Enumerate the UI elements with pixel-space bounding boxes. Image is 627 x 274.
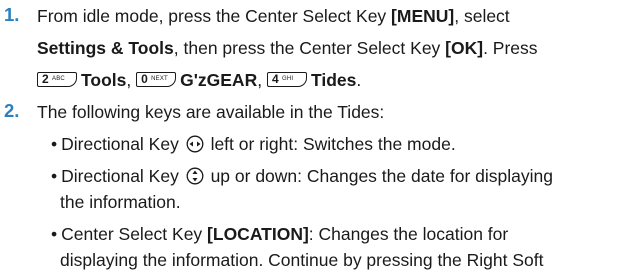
bullet-marker: • [51, 224, 58, 244]
step-1-text-end: , select [454, 6, 510, 26]
separator-comma: , [257, 70, 263, 90]
step-1-line-2: Settings & Tools, then press the Center … [37, 37, 538, 59]
step-1-number: 1. [4, 4, 20, 25]
bullet-1-pre: Directional Key [61, 134, 184, 154]
settings-tools-label: Settings & Tools [37, 38, 174, 58]
bullet-marker: • [51, 166, 58, 186]
gzgear-label: G'zGEAR [180, 70, 258, 90]
key-letters: NEXT [151, 76, 168, 82]
key-2-abc-icon: 2 ABC [37, 72, 77, 87]
menu-key-label: [MENU] [391, 6, 455, 26]
bullet-item-3: • Center Select Key [LOCATION]: Changes t… [51, 223, 508, 245]
bullet-1-post: left or right: Switches the mode. [205, 134, 456, 154]
bullet-3-continuation: displaying the information. Continue by … [60, 250, 544, 270]
bullet-2-pre: Directional Key [61, 166, 184, 186]
key-letters: ABC [52, 76, 65, 82]
key-letters: GHI [281, 76, 294, 82]
step-2-intro: The following keys are available in the … [37, 102, 385, 122]
location-key-label: [LOCATION] [207, 224, 309, 244]
left-right-directional-icon [186, 135, 204, 153]
key-digit: 2 [42, 72, 49, 86]
step-1-line-2-end: . Press [483, 38, 538, 58]
bullet-3-pre: Center Select Key [61, 224, 208, 244]
step-1-text: From idle mode, press the Center Select … [37, 6, 392, 26]
bullet-2-post: up or down: Changes the date for display… [205, 166, 554, 186]
key-4-ghi-icon: 4 GHI [266, 72, 307, 87]
tides-label: Tides [310, 70, 357, 90]
end-period: . [356, 70, 362, 90]
instruction-document: 1. From idle mode, press the Center Sele… [0, 0, 627, 274]
bullet-2-continuation: the information. [60, 192, 181, 212]
step-1-line-2-text: , then press the Center Select Key [173, 38, 446, 58]
up-down-directional-icon [186, 167, 204, 185]
key-digit: 4 [271, 72, 279, 86]
key-0-next-icon: 0 NEXT [136, 72, 177, 87]
step-1-line-3: 2 ABC Tools, 0 NEXT G'zGEAR, 4 GHI Tides. [37, 69, 361, 91]
tools-label: Tools [81, 70, 127, 90]
step-2-number: 2. [4, 100, 20, 121]
bullet-3-post: : Changes the location for [308, 224, 509, 244]
ok-key-label: [OK] [445, 38, 484, 58]
bullet-marker: • [51, 134, 58, 154]
bullet-item-2: • Directional Key up or down: Changes the… [51, 165, 553, 187]
bullet-item-1: • Directional Key left or right: Switches… [51, 133, 456, 155]
separator-comma: , [126, 70, 132, 90]
key-digit: 0 [141, 72, 148, 86]
step-1-line-1: From idle mode, press the Center Select … [37, 5, 510, 27]
